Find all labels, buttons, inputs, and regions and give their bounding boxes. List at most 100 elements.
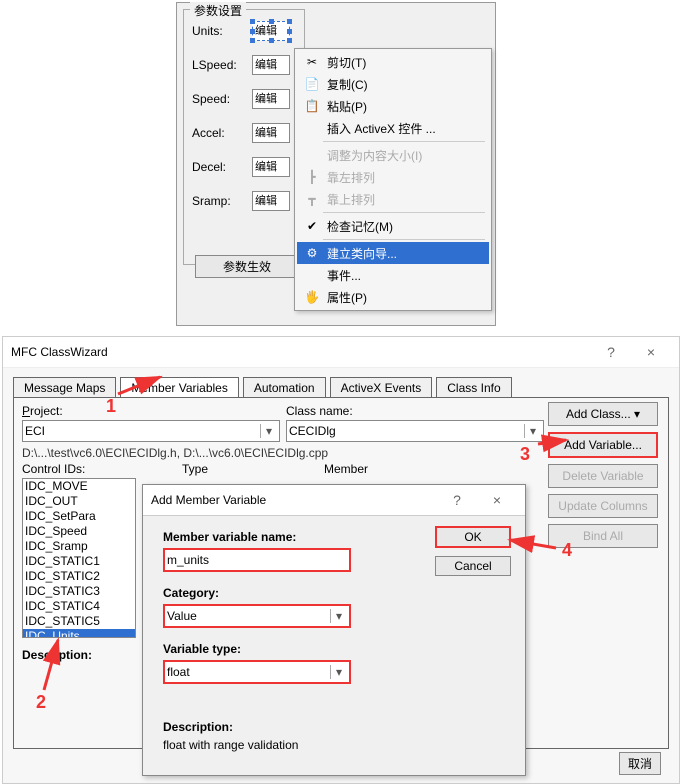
param-label: Sramp: xyxy=(192,194,252,208)
dropdown-arrow-icon: ▾ xyxy=(330,665,347,679)
menu-icon: ✔ xyxy=(301,219,323,233)
list-item[interactable]: IDC_Sramp xyxy=(23,539,135,554)
cancel-button[interactable]: Cancel xyxy=(435,556,511,576)
project-combo[interactable]: ECI ▾ xyxy=(22,420,280,442)
class-name-label: Class name: xyxy=(286,404,353,418)
param-row: Sramp:编辑 xyxy=(192,188,304,214)
menu-label: 事件... xyxy=(323,267,485,284)
help-button[interactable]: ? xyxy=(437,492,477,508)
control-ids-label: Control IDs: xyxy=(22,462,85,476)
ok-button[interactable]: OK xyxy=(435,526,511,548)
list-item[interactable]: IDC_Units xyxy=(23,629,135,638)
menu-label: 调整为内容大小(I) xyxy=(323,147,485,164)
delete-variable-button[interactable]: Delete Variable xyxy=(548,464,658,488)
close-button[interactable]: × xyxy=(631,344,671,360)
param-label: Decel: xyxy=(192,160,252,174)
context-menu-item[interactable]: 插入 ActiveX 控件 ... xyxy=(297,117,489,139)
dialog-title-bar: Add Member Variable ? × xyxy=(143,485,525,516)
wizard-tab[interactable]: ActiveX Events xyxy=(330,377,433,398)
menu-icon: 📄 xyxy=(301,77,323,91)
menu-icon: ⚙ xyxy=(301,246,323,260)
category-value: Value xyxy=(167,609,197,623)
wizard-tab[interactable]: Message Maps xyxy=(13,377,116,398)
list-item[interactable]: IDC_STATIC5 xyxy=(23,614,135,629)
list-item[interactable]: IDC_STATIC2 xyxy=(23,569,135,584)
menu-label: 剪切(T) xyxy=(323,54,485,71)
param-edit-box[interactable]: 编辑 xyxy=(252,55,290,75)
add-member-variable-dialog: Add Member Variable ? × Member variable … xyxy=(142,484,526,776)
context-menu-item: 调整为内容大小(I) xyxy=(297,144,489,166)
description-label: Description: xyxy=(22,648,92,662)
param-edit-box[interactable]: 编辑 xyxy=(252,191,290,211)
menu-separator xyxy=(323,239,485,240)
param-edit-box[interactable]: 编辑 xyxy=(252,157,290,177)
context-menu-item[interactable]: 🖐属性(P) xyxy=(297,286,489,308)
context-menu-item[interactable]: ⚙建立类向导... xyxy=(297,242,489,264)
param-label: Speed: xyxy=(192,92,252,106)
add-variable-button[interactable]: Add Variable... xyxy=(548,432,658,458)
annotation-2: 2 xyxy=(36,692,46,713)
help-button[interactable]: ? xyxy=(591,344,631,360)
control-ids-listbox[interactable]: IDC_MOVEIDC_OUTIDC_SetParaIDC_SpeedIDC_S… xyxy=(22,478,136,638)
menu-label: 粘贴(P) xyxy=(323,98,485,115)
dropdown-arrow-icon: ▾ xyxy=(524,424,541,438)
annotation-4: 4 xyxy=(562,540,572,561)
var-type-combo[interactable]: float ▾ xyxy=(163,660,351,684)
menu-icon: ┣ xyxy=(301,170,323,184)
param-row: LSpeed:编辑 xyxy=(192,52,304,78)
dropdown-arrow-icon: ▾ xyxy=(634,407,640,421)
list-item[interactable]: IDC_MOVE xyxy=(23,479,135,494)
wizard-tab[interactable]: Member Variables xyxy=(120,377,238,398)
context-menu-item[interactable]: ✂剪切(T) xyxy=(297,51,489,73)
dropdown-arrow-icon: ▾ xyxy=(260,424,277,438)
menu-label: 靠上排列 xyxy=(323,191,485,208)
wizard-tab[interactable]: Automation xyxy=(243,377,326,398)
list-item[interactable]: IDC_STATIC4 xyxy=(23,599,135,614)
param-label: LSpeed: xyxy=(192,58,252,72)
menu-label: 靠左排列 xyxy=(323,169,485,186)
param-row: Accel:编辑 xyxy=(192,120,304,146)
apply-params-button[interactable]: 参数生效 xyxy=(195,255,299,278)
project-value: ECI xyxy=(25,424,45,438)
menu-separator xyxy=(323,141,485,142)
wizard-tabs: Message MapsMember VariablesAutomationAc… xyxy=(13,376,669,397)
param-row: Speed:编辑 xyxy=(192,86,304,112)
context-menu: ✂剪切(T)📄复制(C)📋粘贴(P)插入 ActiveX 控件 ...调整为内容… xyxy=(294,48,492,311)
param-edit-box[interactable]: 编辑 xyxy=(252,123,290,143)
add-class-button[interactable]: Add Class... ▾ xyxy=(548,402,658,426)
wizard-cancel-button[interactable]: 取消 xyxy=(619,752,661,775)
dropdown-arrow-icon: ▾ xyxy=(330,609,347,623)
class-name-combo[interactable]: CECIDlg ▾ xyxy=(286,420,544,442)
list-item[interactable]: IDC_SetPara xyxy=(23,509,135,524)
menu-separator xyxy=(323,212,485,213)
project-label: Project: xyxy=(22,404,63,418)
list-item[interactable]: IDC_STATIC1 xyxy=(23,554,135,569)
context-menu-item: ┳靠上排列 xyxy=(297,188,489,210)
class-name-value: CECIDlg xyxy=(289,424,336,438)
context-menu-item[interactable]: 事件... xyxy=(297,264,489,286)
param-edit-box[interactable]: 编辑 xyxy=(252,21,290,41)
var-name-input[interactable]: m_units xyxy=(163,548,351,572)
list-item[interactable]: IDC_STATIC3 xyxy=(23,584,135,599)
list-item[interactable]: IDC_OUT xyxy=(23,494,135,509)
menu-label: 复制(C) xyxy=(323,76,485,93)
menu-icon: 📋 xyxy=(301,99,323,113)
context-menu-item[interactable]: ✔检查记忆(M) xyxy=(297,215,489,237)
wizard-buttons-col: Add Class... ▾ Add Variable... Delete Va… xyxy=(548,402,658,548)
menu-label: 属性(P) xyxy=(323,289,485,306)
close-button[interactable]: × xyxy=(477,492,517,508)
menu-label: 插入 ActiveX 控件 ... xyxy=(323,120,485,137)
update-columns-button[interactable]: Update Columns xyxy=(548,494,658,518)
var-type-value: float xyxy=(167,665,190,679)
desc-value: float with range validation xyxy=(163,738,505,752)
param-edit-box[interactable]: 编辑 xyxy=(252,89,290,109)
desc-label: Description: xyxy=(163,720,505,734)
list-item[interactable]: IDC_Speed xyxy=(23,524,135,539)
context-menu-item[interactable]: 📋粘贴(P) xyxy=(297,95,489,117)
category-combo[interactable]: Value ▾ xyxy=(163,604,351,628)
wizard-title: MFC ClassWizard xyxy=(11,345,591,359)
context-menu-item[interactable]: 📄复制(C) xyxy=(297,73,489,95)
wizard-tab[interactable]: Class Info xyxy=(436,377,511,398)
var-type-label: Variable type: xyxy=(163,642,505,656)
annotation-1: 1 xyxy=(106,396,116,417)
